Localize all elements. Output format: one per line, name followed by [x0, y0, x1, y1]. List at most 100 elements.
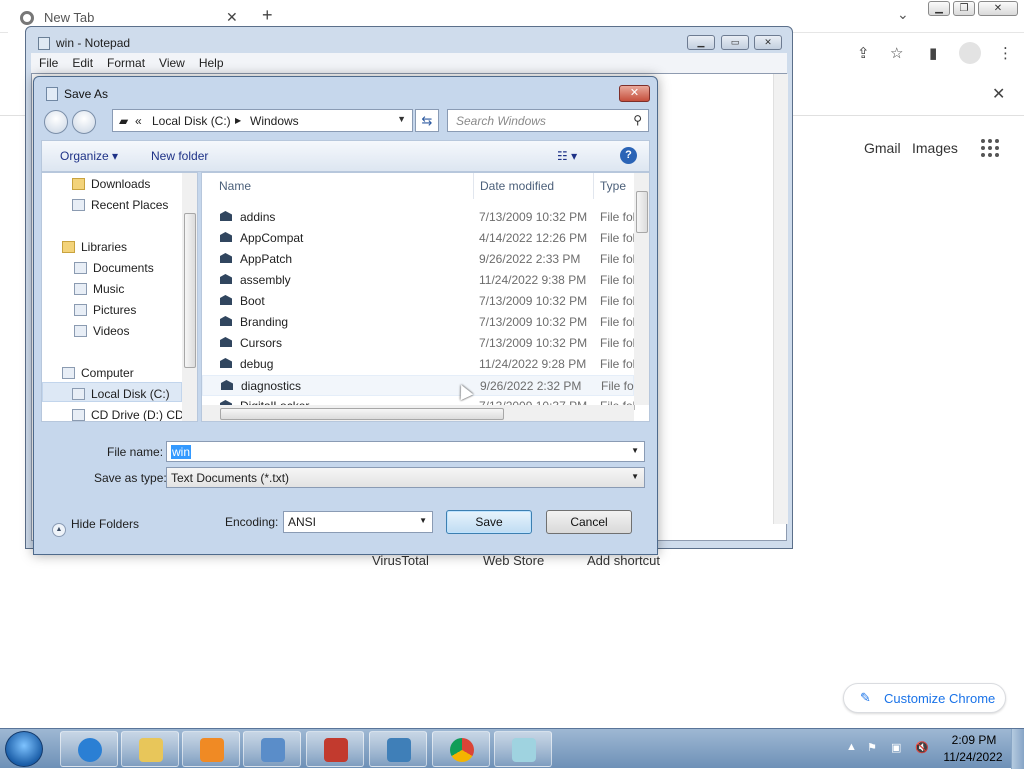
shortcut-add[interactable]: Add shortcut — [587, 553, 660, 568]
new-folder-button[interactable]: New folder — [151, 149, 208, 163]
chrome-minimize-button[interactable]: ▁ — [928, 1, 950, 16]
file-row[interactable]: diagnostics 9/26/2022 2:32 PM File fol — [202, 375, 636, 396]
notepad-scrollbar[interactable] — [773, 74, 788, 524]
column-date-modified[interactable]: Date modified — [480, 179, 554, 193]
gmail-link[interactable]: Gmail — [864, 140, 901, 156]
nav-computer[interactable]: Computer — [62, 366, 134, 380]
address-bar[interactable]: ▰ « Local Disk (C:) ▶ Windows ▼ — [112, 109, 413, 132]
file-row[interactable]: debug 11/24/2022 9:28 PM File fol — [202, 354, 635, 375]
side-panel-icon[interactable]: ▮ — [929, 44, 937, 62]
profile-avatar-icon[interactable] — [959, 42, 981, 64]
volume-muted-icon[interactable]: 🔇 — [915, 741, 929, 754]
file-list-hscroll-thumb[interactable] — [220, 408, 504, 420]
encoding-select[interactable]: ANSI ▼ — [283, 511, 433, 533]
start-button[interactable] — [5, 731, 43, 767]
taskbar-pictures[interactable] — [369, 731, 427, 767]
cancel-button[interactable]: Cancel — [546, 510, 632, 534]
images-link[interactable]: Images — [912, 140, 958, 156]
file-row[interactable]: Boot 7/13/2009 10:32 PM File fol — [202, 291, 635, 312]
notepad-close-button[interactable]: ✕ — [754, 35, 782, 50]
clock-date[interactable]: 11/24/2022 — [938, 750, 1008, 764]
column-divider[interactable] — [593, 173, 594, 199]
nav-libraries[interactable]: Libraries — [62, 240, 127, 254]
menu-edit[interactable]: Edit — [64, 53, 99, 70]
organize-button[interactable]: Organize ▾ — [60, 149, 118, 163]
file-name-field[interactable]: win ▼ — [166, 441, 645, 462]
breadcrumb-windows[interactable]: Windows — [250, 114, 299, 128]
file-name-dropdown-icon[interactable]: ▼ — [631, 446, 639, 455]
bookmark-star-icon[interactable]: ☆ — [890, 44, 903, 62]
nav-scroll-thumb[interactable] — [184, 213, 196, 368]
back-button[interactable] — [44, 110, 68, 134]
file-row[interactable]: Branding 7/13/2009 10:32 PM File fol — [202, 312, 635, 333]
file-list-vscroll-thumb[interactable] — [636, 191, 648, 233]
info-bar-close-icon[interactable]: ✕ — [992, 84, 1005, 104]
help-icon[interactable]: ? — [620, 147, 637, 164]
chrome-close-button[interactable]: ✕ — [978, 1, 1018, 16]
save-button[interactable]: Save — [446, 510, 532, 534]
file-list-vscrollbar[interactable] — [634, 173, 649, 405]
tab-close-icon[interactable]: ✕ — [226, 9, 238, 26]
save-as-type-dropdown-icon[interactable]: ▼ — [631, 472, 639, 481]
file-row[interactable]: AppPatch 9/26/2022 2:33 PM File fol — [202, 249, 635, 270]
breadcrumb-local-disk[interactable]: Local Disk (C:) — [152, 114, 231, 128]
menu-help[interactable]: Help — [191, 53, 230, 70]
nav-cd-drive[interactable]: CD Drive (D:) CDI — [72, 408, 187, 421]
taskbar-ie[interactable] — [60, 731, 118, 767]
shortcut-virustotal[interactable]: VirusTotal — [372, 553, 429, 568]
refresh-icon[interactable]: ⇆ — [415, 109, 439, 132]
taskbar-explorer[interactable] — [121, 731, 179, 767]
column-name[interactable]: Name — [219, 179, 251, 193]
save-as-type-select[interactable]: Text Documents (*.txt) ▼ — [166, 467, 645, 488]
taskbar-media-player[interactable] — [182, 731, 240, 767]
chrome-restore-button[interactable]: ❐ — [953, 1, 975, 16]
menu-format[interactable]: Format — [99, 53, 151, 70]
taskbar-chrome[interactable] — [432, 731, 490, 767]
share-icon[interactable]: ⇪ — [857, 44, 870, 62]
nav-scrollbar[interactable] — [182, 173, 197, 421]
nav-videos[interactable]: Videos — [74, 324, 129, 338]
file-row[interactable]: assembly 11/24/2022 9:38 PM File fol — [202, 270, 635, 291]
chrome-menu-icon[interactable]: ⋮ — [998, 44, 1013, 62]
breadcrumb-overflow-icon[interactable]: « — [135, 114, 142, 128]
nav-music[interactable]: Music — [74, 282, 124, 296]
nav-pictures[interactable]: Pictures — [74, 303, 136, 317]
file-row[interactable]: AppCompat 4/14/2022 12:26 PM File fol — [202, 228, 635, 249]
tab-search-chevron-icon[interactable]: ⌄ — [897, 6, 909, 23]
search-input[interactable]: Search Windows ⚲ — [447, 109, 649, 132]
taskbar-notepad[interactable] — [494, 731, 552, 767]
nav-documents[interactable]: Documents — [74, 261, 154, 275]
file-row[interactable]: Cursors 7/13/2009 10:32 PM File fol — [202, 333, 635, 354]
taskbar-control-panel[interactable] — [243, 731, 301, 767]
network-icon[interactable]: ▣ — [891, 741, 901, 754]
notepad-minimize-button[interactable]: ▁ — [687, 35, 715, 50]
menu-file[interactable]: File — [31, 53, 64, 70]
file-row[interactable]: addins 7/13/2009 10:32 PM File fol — [202, 207, 635, 228]
notepad-maximize-button[interactable]: ▭ — [721, 35, 749, 50]
taskbar-toolbox[interactable] — [306, 731, 364, 767]
address-dropdown-icon[interactable]: ▼ — [397, 114, 406, 124]
nav-local-disk[interactable]: Local Disk (C:) — [72, 387, 170, 401]
tray-expand-icon[interactable]: ▲ — [846, 741, 857, 753]
dialog-close-button[interactable]: ✕ — [619, 85, 650, 102]
new-tab-button[interactable]: + — [262, 5, 273, 26]
google-apps-icon[interactable] — [981, 139, 999, 157]
menu-view[interactable]: View — [151, 53, 191, 70]
file-list-hscrollbar[interactable] — [202, 405, 634, 421]
nav-recent-places[interactable]: Recent Places — [72, 198, 168, 212]
forward-button[interactable] — [72, 110, 96, 134]
hide-folders-button[interactable]: ▲ Hide Folders — [52, 517, 139, 537]
action-center-flag-icon[interactable]: ⚑ — [867, 741, 877, 754]
shortcut-web-store[interactable]: Web Store — [483, 553, 544, 568]
column-divider[interactable] — [473, 173, 474, 199]
show-desktop-button[interactable] — [1011, 729, 1024, 769]
customize-chrome-button[interactable]: ✎ Customize Chrome — [843, 683, 1006, 713]
column-type[interactable]: Type — [600, 179, 626, 193]
encoding-dropdown-icon[interactable]: ▼ — [419, 516, 427, 525]
file-name-value[interactable]: win — [171, 445, 192, 459]
view-options-icon[interactable]: ☷ ▾ — [557, 149, 577, 163]
clock-time[interactable]: 2:09 PM — [944, 733, 1004, 747]
nav-downloads[interactable]: Downloads — [72, 177, 150, 191]
breadcrumb-arrow-icon[interactable]: ▶ — [235, 116, 241, 125]
search-icon[interactable]: ⚲ — [633, 113, 642, 127]
